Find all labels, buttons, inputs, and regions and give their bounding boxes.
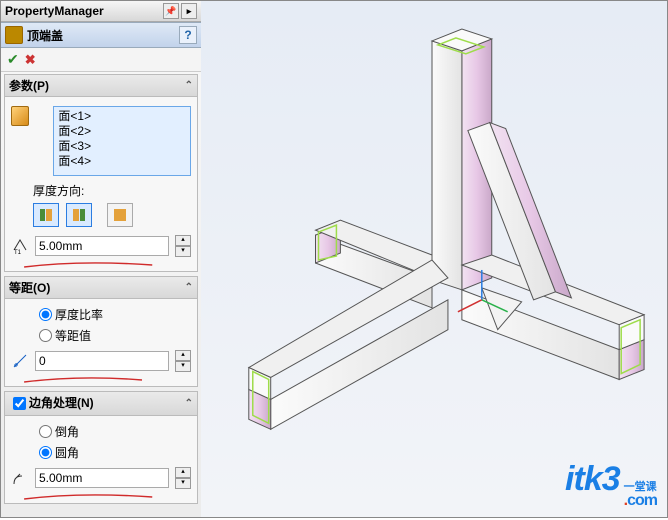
direction-inward-button[interactable] [66, 203, 92, 227]
feature-title-bar: 顶端盖 ? [1, 22, 201, 48]
face-selection-list[interactable]: 面<1> 面<2> 面<3> 面<4> [53, 106, 191, 176]
collapse-icon[interactable]: ⌃ [185, 282, 193, 293]
corner-chamfer-option[interactable]: 倒角 [39, 421, 191, 442]
model-view[interactable] [201, 1, 667, 517]
corner-fillet-label: 圆角 [55, 444, 79, 461]
corner-enable-checkbox[interactable] [13, 397, 26, 410]
offset-ratio-label: 厚度比率 [55, 306, 103, 323]
corner-chamfer-label: 倒角 [55, 423, 79, 440]
offset-input[interactable] [35, 351, 169, 371]
corner-radius-icon [11, 469, 29, 487]
annotation-underline [19, 493, 183, 498]
thickness-input[interactable] [35, 236, 169, 256]
section-corner: 边角处理(N) ⌃ 倒角 圆角 ▴▾ [4, 391, 198, 504]
feature-name: 顶端盖 [27, 27, 179, 44]
annotation-underline [19, 261, 183, 266]
list-item[interactable]: 面<4> [58, 154, 186, 169]
confirm-row: ✔ ✖ [1, 48, 201, 72]
section-parameters-label: 参数(P) [9, 77, 49, 94]
pin-icon[interactable]: 📌 [163, 3, 179, 19]
list-item[interactable]: 面<2> [58, 124, 186, 139]
watermark-logo: itk3 一堂课 .com [565, 460, 657, 509]
annotation-underline [19, 376, 183, 381]
section-offset-label: 等距(O) [9, 279, 50, 296]
offset-icon [11, 352, 29, 370]
property-manager-panel: PropertyManager 📌 ▸ 顶端盖 ? ✔ ✖ 参数(P) ⌃ 面<… [1, 1, 202, 517]
list-item[interactable]: 面<1> [58, 109, 186, 124]
panel-title: PropertyManager [5, 4, 104, 18]
panel-menu-icon[interactable]: ▸ [181, 3, 197, 19]
corner-fillet-option[interactable]: 圆角 [39, 442, 191, 463]
collapse-icon[interactable]: ⌃ [185, 80, 193, 91]
thickness-spinner[interactable]: ▴▾ [175, 235, 191, 257]
offset-ratio-radio[interactable] [39, 308, 52, 321]
help-button[interactable]: ? [179, 26, 197, 44]
direction-outward-button[interactable] [33, 203, 59, 227]
face-selection-icon [11, 106, 29, 126]
svg-text:T1: T1 [14, 250, 22, 254]
corner-spinner[interactable]: ▴▾ [175, 467, 191, 489]
section-parameters: 参数(P) ⌃ 面<1> 面<2> 面<3> 面<4> 厚度方向: [4, 74, 198, 272]
offset-spinner[interactable]: ▴▾ [175, 350, 191, 372]
thickness-direction-label: 厚度方向: [33, 182, 191, 199]
direction-both-button[interactable] [107, 203, 133, 227]
corner-value-input[interactable] [35, 468, 169, 488]
offset-value-radio[interactable] [39, 329, 52, 342]
collapse-icon[interactable]: ⌃ [185, 398, 193, 409]
panel-titlebar: PropertyManager 📌 ▸ [1, 1, 201, 22]
logo-brand: itk3 [565, 460, 620, 499]
corner-chamfer-radio[interactable] [39, 425, 52, 438]
section-corner-header[interactable]: 边角处理(N) ⌃ [5, 392, 197, 416]
section-parameters-header[interactable]: 参数(P) ⌃ [5, 75, 197, 97]
offset-value-label: 等距值 [55, 327, 91, 344]
corner-fillet-radio[interactable] [39, 446, 52, 459]
section-corner-checkbox-wrap: 边角处理(N) [9, 394, 94, 413]
ok-button[interactable]: ✔ [7, 51, 19, 68]
cancel-button[interactable]: ✖ [25, 52, 36, 68]
endcap-feature-icon [5, 26, 23, 44]
graphics-viewport[interactable]: itk3 一堂课 .com [201, 1, 667, 517]
section-offset: 等距(O) ⌃ 厚度比率 等距值 ▴▾ [4, 276, 198, 387]
offset-value-option[interactable]: 等距值 [39, 325, 191, 346]
list-item[interactable]: 面<3> [58, 139, 186, 154]
offset-ratio-option[interactable]: 厚度比率 [39, 304, 191, 325]
section-offset-header[interactable]: 等距(O) ⌃ [5, 277, 197, 299]
section-corner-label: 边角处理(N) [29, 396, 94, 410]
thickness-icon: T1 [11, 237, 29, 255]
